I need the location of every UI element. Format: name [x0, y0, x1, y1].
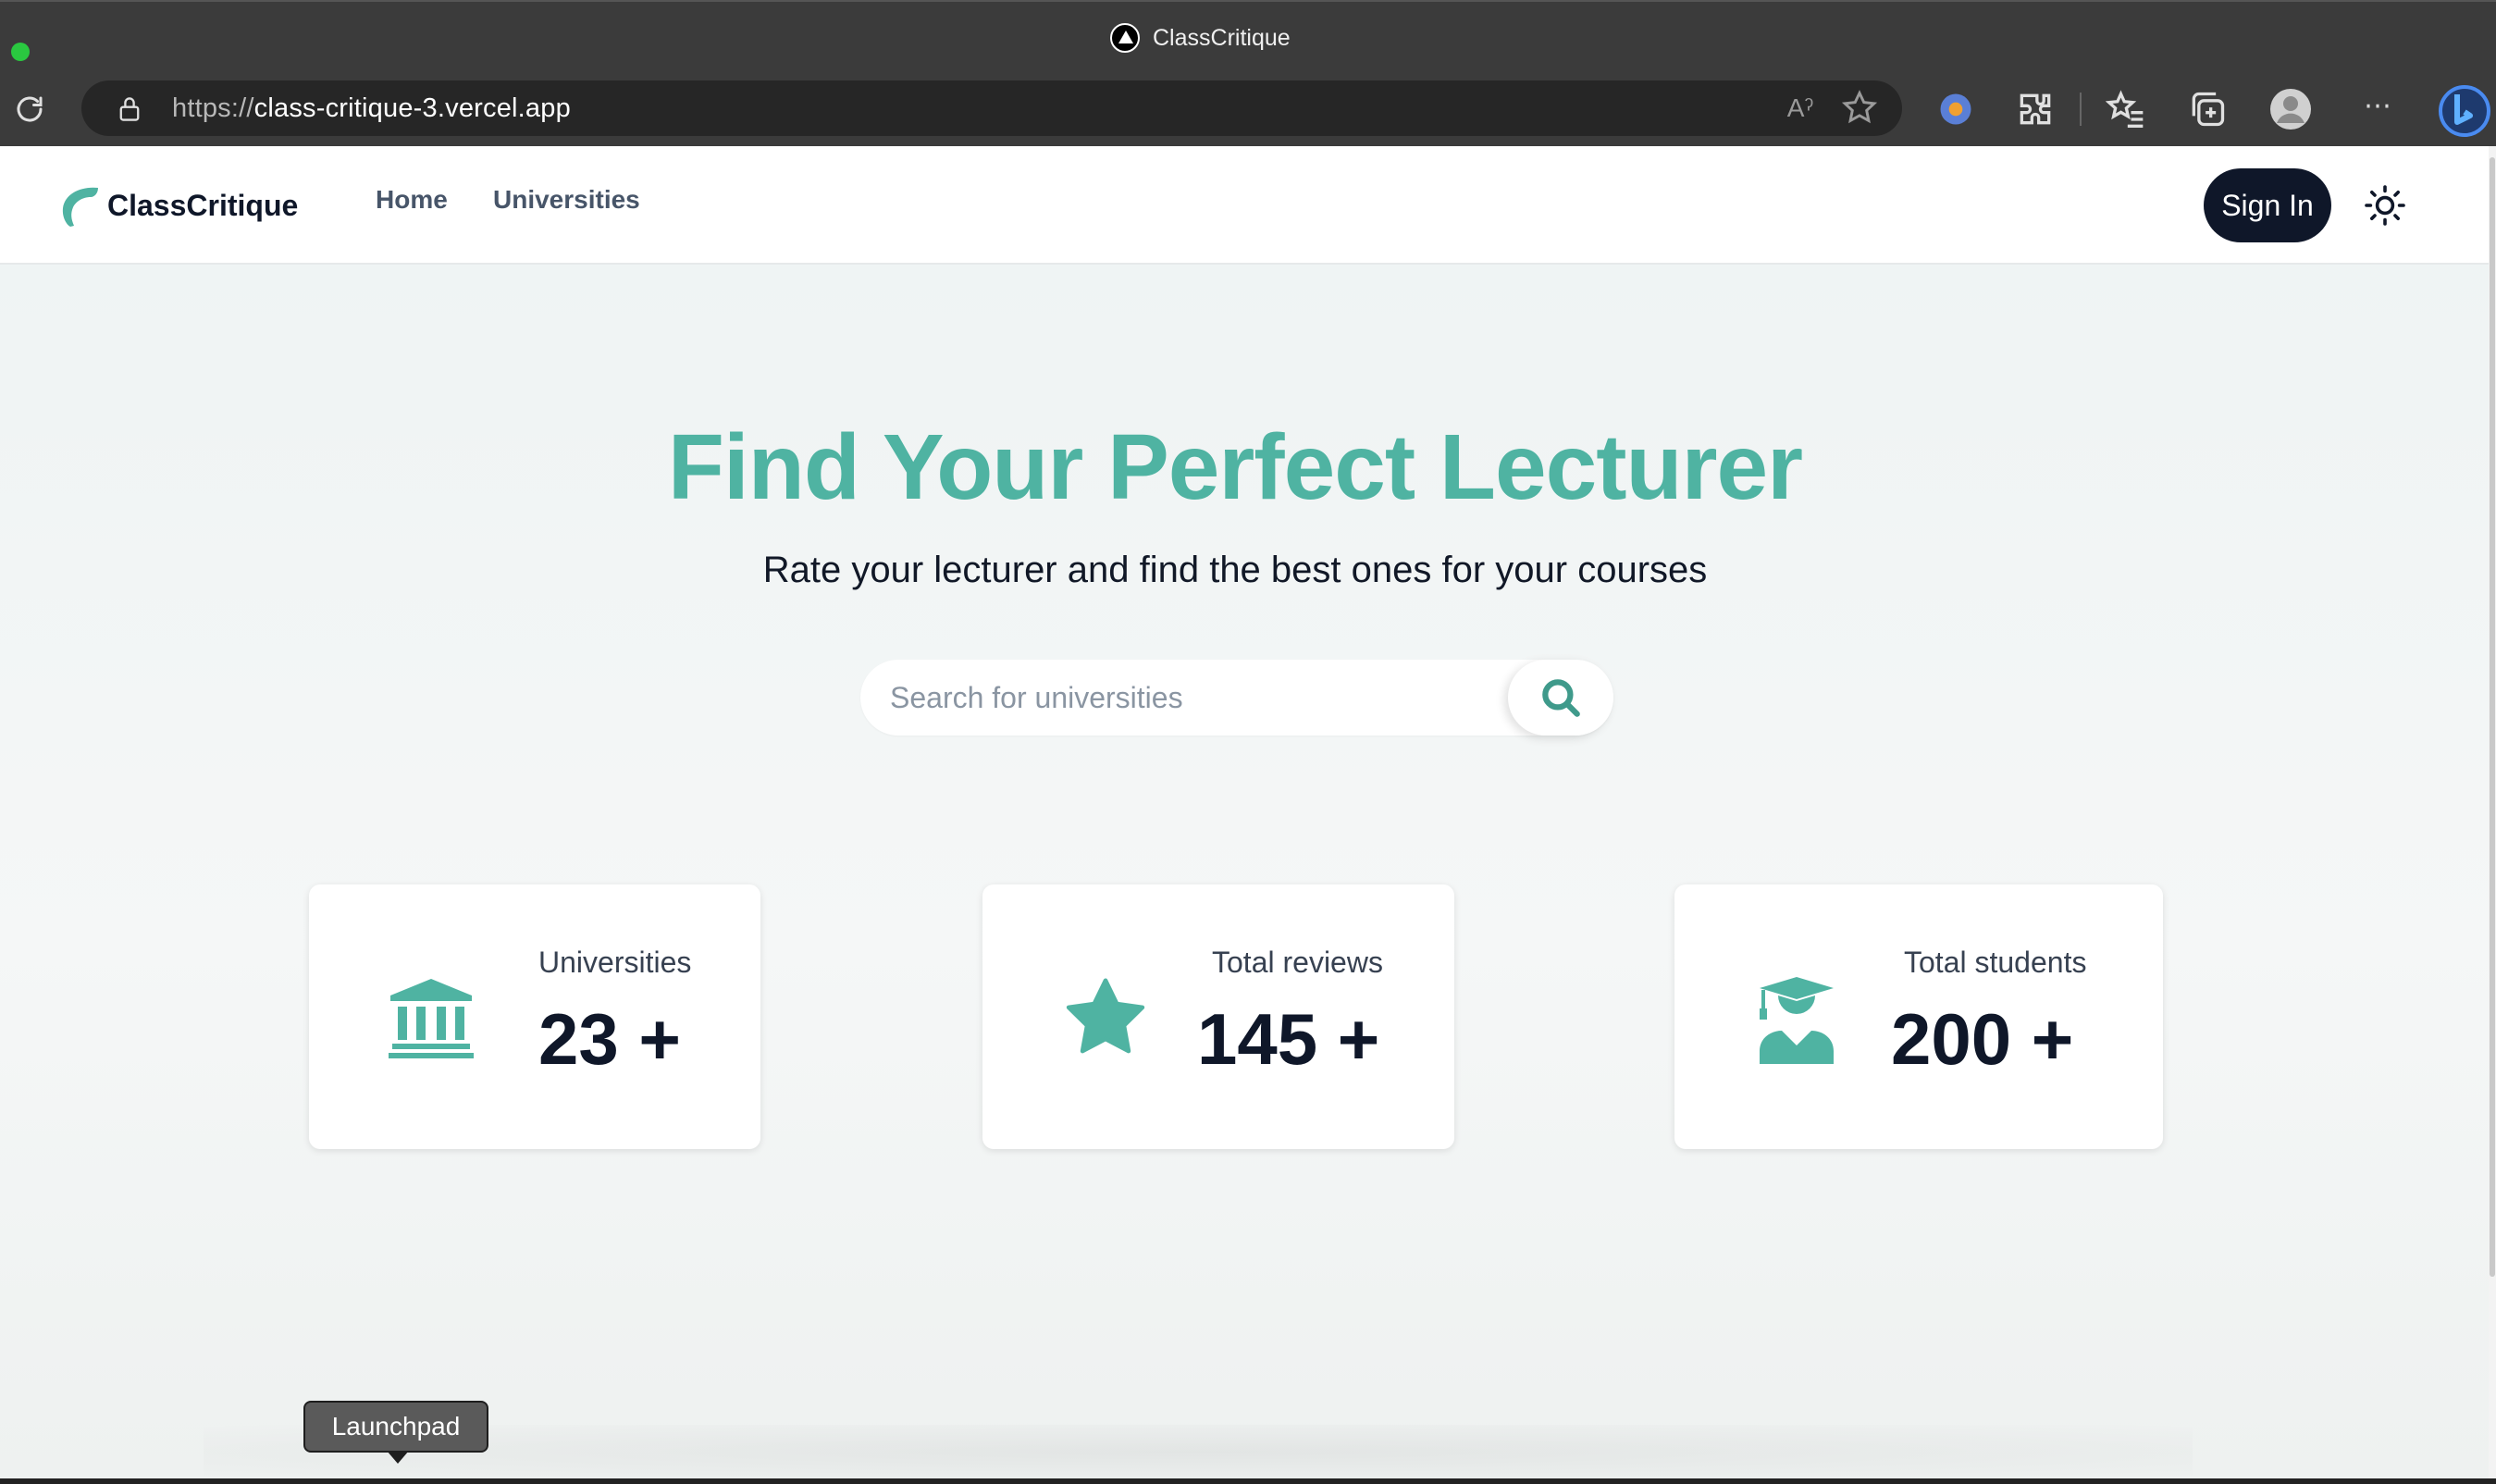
launchpad-tooltip: Launchpad [303, 1401, 488, 1453]
vercel-favicon-icon [1110, 23, 1140, 53]
profile-icon[interactable] [2268, 87, 2313, 131]
stat-card-reviews: Total reviews 145 + [982, 884, 1454, 1149]
window-bottom-edge [0, 1478, 2496, 1484]
address-bar[interactable]: https://class-critique-3.vercel.app Aˀ [81, 80, 1902, 136]
browser-tab[interactable]: ClassCritique [1110, 20, 1291, 56]
lock-icon [119, 97, 140, 121]
browser-title-bar: ClassCritique [0, 0, 2496, 72]
page-scrollbar-thumb[interactable] [2490, 157, 2495, 1277]
web-page: ClassCritique Home Universities Sign In … [0, 146, 2489, 1478]
university-search-bar [860, 660, 1613, 736]
more-options-icon[interactable]: ⋯ [2357, 85, 2398, 126]
favorites-icon[interactable] [2106, 89, 2146, 130]
stat-value: 23 + [538, 998, 681, 1080]
toolbar-separator [2080, 93, 2082, 126]
tooltip-pointer [387, 1451, 409, 1464]
star-icon [1066, 978, 1145, 1054]
graduate-icon [1760, 977, 1834, 1064]
reload-icon[interactable] [13, 93, 46, 126]
classcritique-logo-icon [62, 187, 98, 227]
university-icon [389, 979, 474, 1058]
stat-label: Total students [1904, 946, 2087, 979]
hero-subtitle: Rate your lecturer and find the best one… [762, 550, 1708, 590]
extension-color-icon[interactable] [1935, 89, 1976, 130]
brand-name: ClassCritique [107, 188, 299, 222]
search-input[interactable] [890, 660, 1482, 736]
add-favorite-icon[interactable] [1839, 88, 1880, 129]
stat-label: Total reviews [1212, 946, 1383, 979]
search-icon [1542, 679, 1580, 717]
read-aloud-icon[interactable]: Aˀ [1780, 88, 1821, 129]
stat-value: 200 + [1891, 998, 2074, 1080]
search-button[interactable] [1508, 660, 1613, 736]
sign-in-button[interactable]: Sign In [2204, 168, 2331, 242]
stat-card-students: Total students 200 + [1674, 884, 2163, 1149]
window-zoom-button[interactable] [11, 43, 30, 61]
tab-title: ClassCritique [1153, 24, 1291, 51]
stat-value: 145 + [1197, 998, 1380, 1080]
hero-title: Find Your Perfect Lecturer [667, 415, 1803, 519]
nav-home[interactable]: Home [376, 185, 448, 215]
nav-universities[interactable]: Universities [493, 185, 640, 215]
brand-logo[interactable]: ClassCritique [57, 181, 298, 229]
theme-toggle-sun-icon[interactable] [2363, 183, 2407, 228]
collections-icon[interactable] [2187, 89, 2228, 130]
bing-copilot-icon[interactable] [2437, 83, 2492, 139]
stat-label: Universities [538, 946, 692, 979]
dock-shadow [204, 1425, 2193, 1478]
stat-card-universities: Universities 23 + [309, 884, 760, 1149]
url-text: https://class-critique-3.vercel.app [172, 93, 571, 123]
extensions-icon[interactable] [2015, 89, 2056, 130]
site-navbar: ClassCritique Home Universities Sign In [0, 146, 2489, 265]
browser-toolbar: https://class-critique-3.vercel.app Aˀ ⋯ [0, 72, 2496, 146]
